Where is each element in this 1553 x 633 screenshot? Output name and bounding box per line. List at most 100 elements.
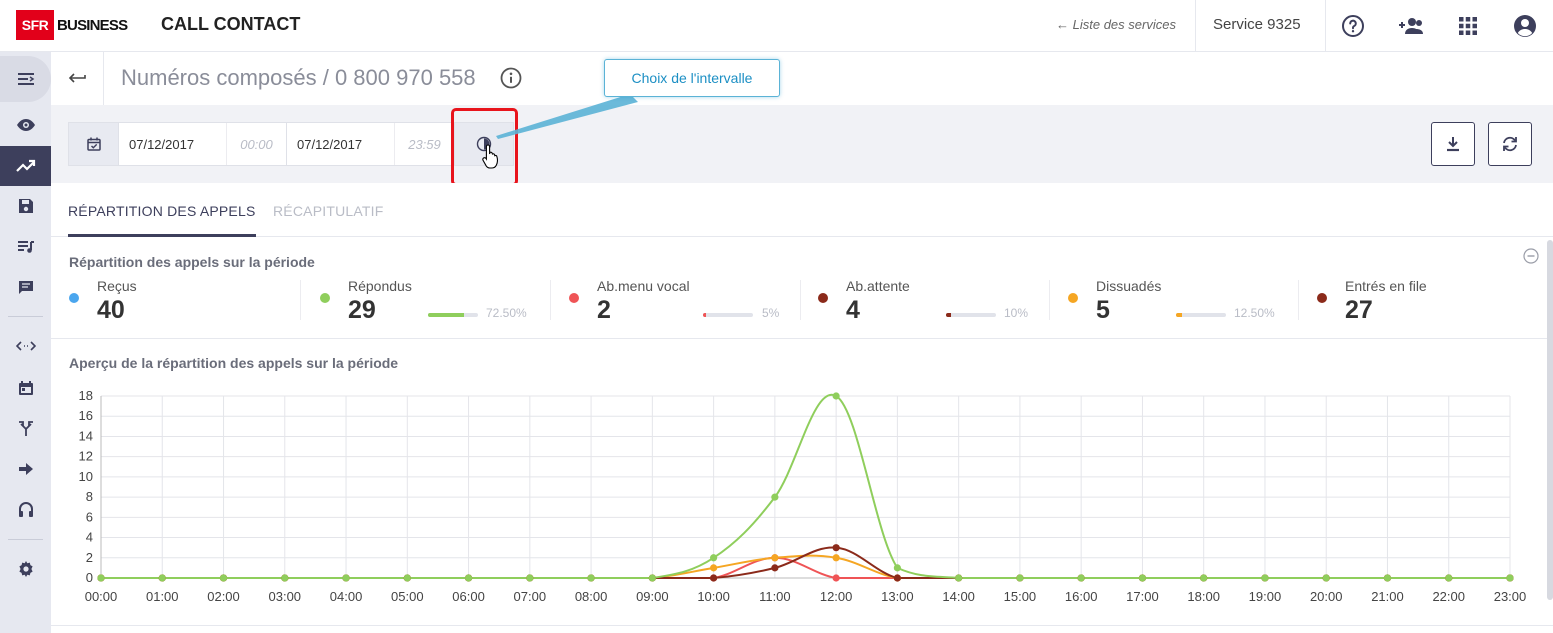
y-tick-label: 0: [86, 570, 93, 585]
back-button[interactable]: [51, 52, 104, 105]
x-tick-label: 09:00: [636, 589, 669, 604]
divider: [1298, 280, 1299, 320]
headset-icon: [18, 502, 33, 517]
status-dot: [1068, 293, 1078, 303]
start-time-input[interactable]: 00:00: [227, 123, 287, 165]
chart-title: Aperçu de la répartition des appels sur …: [69, 355, 399, 371]
collapse-icon[interactable]: [1523, 248, 1539, 269]
x-tick-label: 03:00: [269, 589, 302, 604]
divider: [550, 280, 551, 320]
x-tick-label: 21:00: [1371, 589, 1404, 604]
data-point: [771, 554, 779, 562]
status-dot: [818, 293, 828, 303]
services-list-link[interactable]: ← Liste des services: [1056, 17, 1176, 32]
page-header: Numéros composés / 0 800 970 558: [51, 52, 1553, 105]
sidebar-item-forward[interactable]: [0, 449, 51, 489]
apps-grid-icon[interactable]: [1455, 13, 1481, 39]
tab-summary[interactable]: RÉCAPITULATIF: [273, 203, 383, 219]
data-point: [158, 574, 166, 582]
stat-value: 29: [348, 296, 376, 324]
return-arrow-icon: [68, 72, 86, 83]
sidebar-item-messages[interactable]: [0, 268, 51, 308]
status-dot: [1317, 293, 1327, 303]
sidebar-divider: [8, 316, 43, 317]
data-point: [893, 574, 901, 582]
tab-bar: RÉPARTITION DES APPELS RÉCAPITULATIF: [51, 183, 1553, 237]
end-date-input[interactable]: 07/12/2017: [287, 123, 395, 165]
data-point: [587, 574, 595, 582]
data-point: [1506, 574, 1514, 582]
logo-text: BUSINESS: [57, 16, 128, 34]
sidebar-item-split[interactable]: [0, 409, 51, 449]
data-point: [710, 574, 718, 582]
stat-label: Ab.attente: [846, 278, 910, 294]
back-arrow-icon: ←: [1056, 17, 1073, 32]
sidebar-item-save[interactable]: [0, 186, 51, 226]
progress-bar: [1176, 313, 1226, 317]
sidebar-item-statistics[interactable]: [0, 146, 51, 186]
scrollbar[interactable]: [1547, 240, 1553, 600]
sfr-business-logo[interactable]: SFR BUSINESS: [16, 10, 128, 40]
data-point: [832, 392, 840, 400]
sidebar-divider: [8, 539, 43, 540]
x-tick-label: 11:00: [759, 589, 791, 604]
data-point: [1383, 574, 1392, 582]
sidebar-item-routing[interactable]: [0, 326, 51, 366]
data-point: [403, 574, 411, 582]
add-users-icon[interactable]: [1396, 13, 1426, 39]
divider: [1325, 0, 1326, 52]
download-button[interactable]: [1431, 122, 1475, 166]
info-icon[interactable]: [500, 67, 522, 94]
y-tick-label: 16: [79, 408, 93, 423]
data-point: [97, 574, 105, 582]
x-tick-label: 19:00: [1249, 589, 1282, 604]
stat-value: 5: [1096, 296, 1110, 324]
refresh-button[interactable]: [1488, 122, 1532, 166]
end-time-input[interactable]: 23:59: [395, 123, 455, 165]
service-selector[interactable]: Service 9325: [1213, 16, 1301, 33]
data-point: [893, 564, 901, 572]
x-tick-label: 02:00: [207, 589, 240, 604]
floppy-disk-icon: [18, 199, 33, 213]
y-tick-label: 6: [86, 509, 93, 524]
sidebar-item-agents[interactable]: [0, 490, 51, 530]
tab-call-distribution[interactable]: RÉPARTITION DES APPELS: [68, 203, 256, 219]
stat-abandoned-ivr: Ab.menu vocal 2 5%: [569, 278, 789, 324]
sidebar-toggle[interactable]: [0, 56, 51, 102]
x-tick-label: 06:00: [452, 589, 485, 604]
message-icon: [18, 281, 33, 294]
y-tick-label: 2: [86, 550, 93, 565]
data-point: [342, 574, 350, 582]
services-list-label: Liste des services: [1072, 17, 1176, 32]
status-dot: [69, 293, 79, 303]
x-tick-label: 20:00: [1310, 589, 1343, 604]
progress-bar: [428, 313, 478, 317]
start-date-input[interactable]: 07/12/2017: [119, 123, 227, 165]
stat-answered: Répondus 29 72.50%: [320, 278, 540, 324]
x-tick-label: 08:00: [575, 589, 608, 604]
divider: [1195, 0, 1196, 52]
x-tick-label: 14:00: [942, 589, 975, 604]
series-line: [100, 546, 1510, 579]
sidebar-item-settings[interactable]: [0, 549, 51, 589]
sidebar-item-playlist[interactable]: [0, 227, 51, 267]
help-icon[interactable]: [1340, 13, 1366, 39]
progress-bar: [946, 313, 996, 317]
y-tick-label: 18: [79, 388, 93, 403]
divider: [300, 280, 301, 320]
gear-icon: [18, 561, 33, 577]
calendar-check-icon[interactable]: [69, 123, 119, 165]
stats-title: Répartition des appels sur la période: [69, 254, 315, 270]
menu-collapse-icon: [17, 73, 34, 85]
stat-label: Reçus: [97, 278, 137, 294]
sidebar-item-supervision[interactable]: [0, 105, 51, 145]
user-account-icon[interactable]: [1512, 13, 1538, 39]
stat-percent: 5%: [762, 306, 780, 320]
calendar-icon: [18, 381, 33, 395]
stat-label: Répondus: [348, 278, 412, 294]
status-dot: [320, 293, 330, 303]
app-title: CALL CONTACT: [161, 14, 301, 34]
download-icon: [1447, 137, 1459, 152]
sidebar-item-calendar[interactable]: [0, 368, 51, 408]
arrow-right-icon: [18, 463, 33, 475]
